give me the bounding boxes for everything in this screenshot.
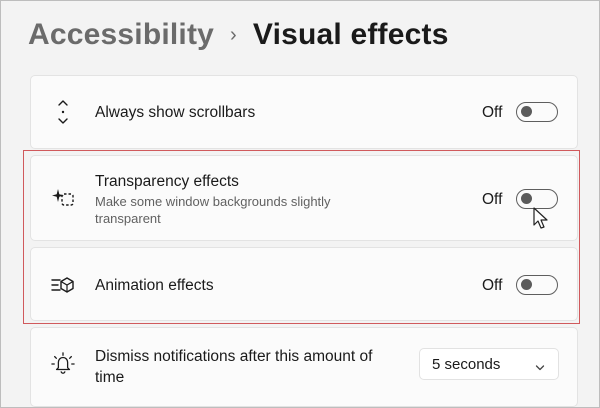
breadcrumb: Accessibility › Visual effects [28, 13, 449, 57]
mouse-cursor-icon [533, 207, 549, 236]
setting-label: Dismiss notifications after this amount … [95, 348, 373, 386]
scrollbar-arrows-icon [51, 100, 75, 124]
page-title: Visual effects [252, 18, 449, 51]
breadcrumb-parent-accessibility[interactable]: Accessibility [28, 18, 214, 52]
setting-label: Always show scrollbars [95, 104, 256, 121]
scrollbars-toggle[interactable] [516, 102, 558, 122]
breadcrumb-separator: › [230, 23, 237, 46]
highlight-box [23, 150, 580, 324]
notification-timeout-dropdown[interactable]: 5 seconds [419, 348, 559, 380]
chevron-down-icon [535, 359, 545, 376]
dropdown-selected-value: 5 seconds [432, 356, 501, 373]
toggle-state-text: Off [482, 104, 503, 121]
notification-bell-icon [51, 352, 75, 376]
toggle-knob [521, 106, 532, 117]
setting-always-show-scrollbars: Always show scrollbars Off [30, 75, 578, 149]
